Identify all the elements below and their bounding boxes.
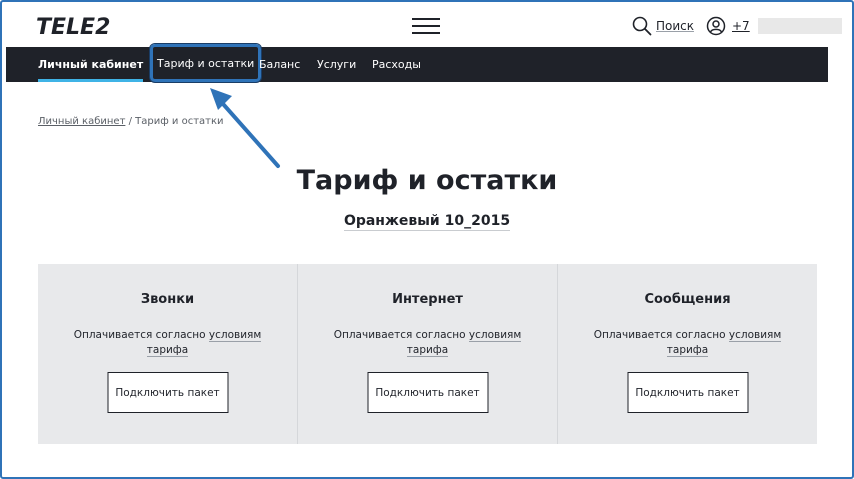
card-description: Оплачивается согласно условиям тарифа bbox=[558, 328, 817, 358]
card-desc-text: Оплачивается согласно bbox=[73, 329, 209, 341]
breadcrumb: Личный кабинет / Тариф и остатки bbox=[38, 116, 224, 127]
subtitle-wrap: Оранжевый 10_2015 bbox=[2, 210, 852, 231]
tariff-terms-link[interactable]: условиям bbox=[468, 329, 522, 342]
menu-burger-icon[interactable] bbox=[412, 16, 440, 36]
title-wrap: Тариф и остатки bbox=[2, 164, 852, 198]
card-desc-text: Оплачивается согласно bbox=[333, 329, 469, 341]
page-title: Тариф и остатки bbox=[296, 165, 558, 196]
card-messages: Сообщения Оплачивается согласно условиям… bbox=[558, 264, 817, 444]
breadcrumb-separator: / bbox=[125, 116, 136, 127]
card-internet: Интернет Оплачивается согласно условиям … bbox=[298, 264, 558, 444]
connect-package-button[interactable]: Подключить пакет bbox=[367, 372, 488, 413]
nav-item-tariff[interactable]: Тариф и остатки bbox=[150, 44, 262, 82]
account-button[interactable]: +7 bbox=[706, 15, 842, 37]
tele2-logo[interactable]: TELE2 bbox=[36, 15, 110, 40]
nav-item-personal-account[interactable]: Личный кабинет bbox=[38, 47, 144, 82]
search-label: Поиск bbox=[656, 19, 695, 33]
tariff-link[interactable]: тарифа bbox=[406, 344, 449, 357]
nav-item-services[interactable]: Услуги bbox=[317, 47, 356, 82]
card-calls: Звонки Оплачивается согласно условиям та… bbox=[38, 264, 298, 444]
header: TELE2 Поиск +7 bbox=[2, 2, 852, 49]
nav-item-balance[interactable]: Баланс bbox=[259, 47, 300, 82]
card-description: Оплачивается согласно условиям тарифа bbox=[298, 328, 557, 358]
tariff-terms-link[interactable]: условиям bbox=[728, 329, 782, 342]
breadcrumb-link[interactable]: Личный кабинет bbox=[38, 116, 125, 127]
tariff-link[interactable]: тарифа bbox=[666, 344, 709, 357]
connect-package-button[interactable]: Подключить пакет bbox=[627, 372, 748, 413]
card-title: Интернет bbox=[392, 292, 463, 307]
card-desc-text: Оплачивается согласно bbox=[593, 329, 729, 341]
tariff-link[interactable]: тарифа bbox=[146, 344, 189, 357]
tariff-name[interactable]: Оранжевый 10_2015 bbox=[343, 213, 511, 231]
card-title: Звонки bbox=[140, 292, 195, 307]
search-button[interactable]: Поиск bbox=[632, 15, 694, 37]
package-cards: Звонки Оплачивается согласно условиям та… bbox=[38, 264, 817, 444]
nav-item-expenses[interactable]: Расходы bbox=[372, 47, 421, 82]
user-icon bbox=[706, 16, 726, 36]
breadcrumb-current: Тариф и остатки bbox=[135, 116, 224, 127]
card-description: Оплачивается согласно условиям тарифа bbox=[38, 328, 297, 358]
account-phone: +7 bbox=[732, 19, 750, 33]
annotation-arrow-icon bbox=[210, 88, 280, 168]
page-frame: TELE2 Поиск +7 Личный кабинет Тариф и ос… bbox=[0, 0, 854, 479]
search-icon bbox=[632, 16, 652, 36]
tariff-terms-link[interactable]: условиям bbox=[208, 329, 262, 342]
main-nav: Личный кабинет Тариф и остатки Баланс Ус… bbox=[6, 44, 828, 82]
masked-phone-number bbox=[757, 18, 842, 34]
card-title: Сообщения bbox=[644, 292, 731, 307]
connect-package-button[interactable]: Подключить пакет bbox=[107, 372, 228, 413]
